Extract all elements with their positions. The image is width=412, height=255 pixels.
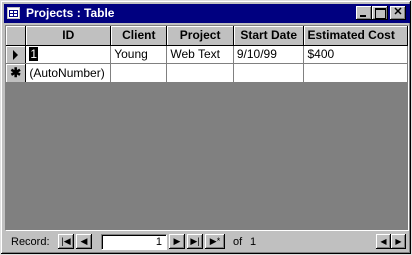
new-record-selector[interactable]: ✱	[6, 63, 27, 83]
next-record-icon: ▶	[173, 236, 181, 246]
column-header-id[interactable]: ID	[25, 26, 112, 46]
record-navigation-bar: Record: |◀ ◀ 1 ▶ ▶| ▶* of 1 ◀ ▶	[5, 233, 409, 251]
scroll-right-icon: ▶	[395, 237, 402, 246]
maximize-button[interactable]	[372, 6, 388, 20]
previous-record-button[interactable]: ◀	[76, 234, 92, 249]
column-header-client[interactable]: Client	[110, 26, 168, 46]
datasheet-grid: ID Client Project Start Date Estimated C…	[5, 25, 409, 231]
select-all-corner[interactable]	[6, 26, 27, 46]
total-records: 1	[250, 236, 257, 248]
table-row: 1 Young Web Text 9/10/99 $400	[6, 45, 408, 64]
column-header-project[interactable]: Project	[166, 26, 234, 46]
title-bar[interactable]: Projects : Table ✕	[4, 4, 410, 23]
of-label: of	[233, 236, 243, 248]
scroll-right-button[interactable]: ▶	[391, 234, 406, 249]
new-record-button[interactable]: ▶*	[205, 234, 225, 249]
column-header-estimated-cost[interactable]: Estimated Cost	[303, 26, 408, 46]
record-number-input[interactable]: 1	[101, 234, 167, 250]
close-button[interactable]: ✕	[390, 6, 406, 20]
last-record-button[interactable]: ▶|	[187, 234, 203, 249]
new-cell-start-date[interactable]	[233, 63, 305, 83]
datasheet-table: ID Client Project Start Date Estimated C…	[6, 26, 408, 83]
cell-start-date[interactable]: 9/10/99	[233, 45, 305, 64]
new-record-star-icon: ✱	[10, 64, 22, 80]
new-cell-project[interactable]	[166, 63, 234, 83]
header-row: ID Client Project Start Date Estimated C…	[6, 26, 408, 46]
cell-id[interactable]: 1	[25, 45, 112, 64]
minimize-button[interactable]	[356, 6, 372, 20]
new-cell-id[interactable]: (AutoNumber)	[25, 63, 112, 83]
table-window: Projects : Table ✕ ID Client Project Sta…	[0, 0, 412, 255]
scroll-left-icon: ◀	[380, 237, 387, 246]
datasheet-icon[interactable]	[7, 7, 20, 19]
new-cell-client[interactable]	[110, 63, 168, 83]
previous-record-icon: ◀	[80, 236, 88, 246]
close-icon: ✕	[393, 6, 403, 18]
scroll-left-button[interactable]: ◀	[376, 234, 391, 249]
cell-estimated-cost[interactable]: $400	[303, 45, 408, 64]
record-label: Record:	[11, 236, 50, 248]
last-record-icon: ▶|	[190, 236, 200, 246]
new-record-icon: ▶*	[209, 236, 221, 246]
current-record-arrow-icon	[13, 49, 19, 60]
column-header-start-date[interactable]: Start Date	[233, 26, 305, 46]
window-title: Projects : Table	[26, 6, 115, 20]
first-record-icon: |◀	[61, 236, 71, 246]
cell-client[interactable]: Young	[110, 45, 168, 64]
new-cell-estimated-cost[interactable]	[303, 63, 408, 83]
first-record-button[interactable]: |◀	[58, 234, 74, 249]
next-record-button[interactable]: ▶	[169, 234, 185, 249]
new-record-row: ✱ (AutoNumber)	[6, 63, 408, 83]
cell-project[interactable]: Web Text	[166, 45, 234, 64]
record-selector[interactable]	[6, 45, 27, 64]
